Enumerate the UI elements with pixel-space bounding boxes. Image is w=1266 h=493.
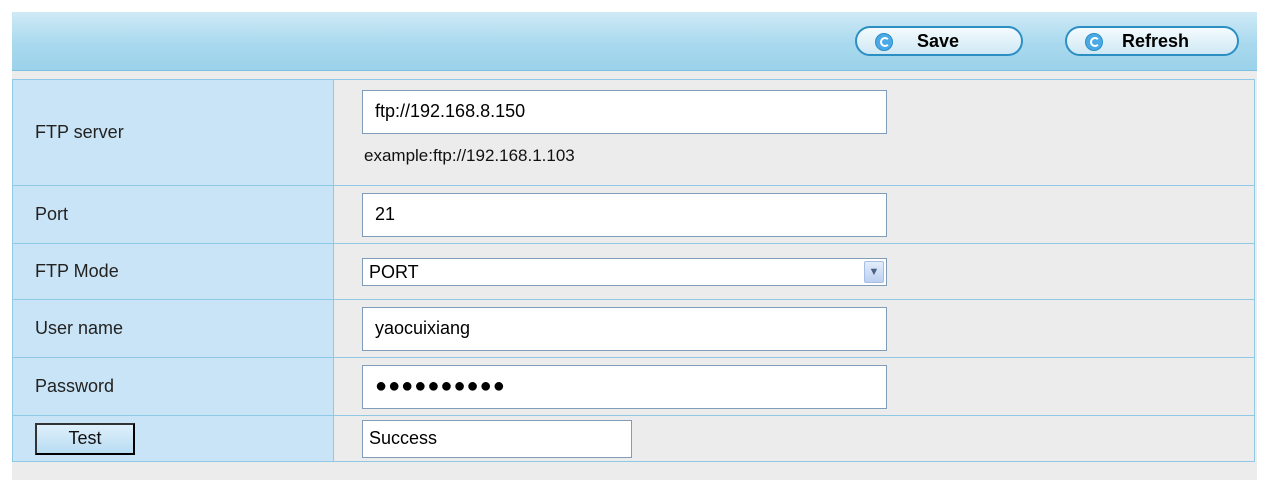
ftp-server-row: FTP server example:ftp://192.168.1.103 — [12, 79, 1255, 186]
port-cell — [333, 185, 1255, 244]
refresh-button-label: Refresh — [1122, 31, 1190, 51]
refresh-button[interactable]: Refresh — [1065, 26, 1239, 56]
user-name-label: User name — [12, 299, 334, 358]
ftp-server-label: FTP server — [12, 79, 334, 186]
ftp-server-input[interactable] — [362, 89, 887, 134]
chevron-down-icon[interactable]: ▼ — [864, 260, 884, 283]
password-row: Password — [12, 357, 1255, 416]
ftp-mode-selected-value: PORT — [369, 261, 419, 282]
ftp-settings-form: FTP server example:ftp://192.168.1.103 P… — [12, 79, 1255, 462]
save-button[interactable]: Save — [855, 26, 1023, 56]
test-result-cell — [333, 415, 1255, 462]
ftp-mode-row: FTP Mode PORT ▼ — [12, 243, 1255, 300]
ftp-server-example-hint: example:ftp://192.168.1.103 — [364, 145, 575, 165]
test-button[interactable]: Test — [35, 422, 135, 455]
test-row: Test — [12, 415, 1255, 462]
password-input[interactable] — [362, 364, 887, 409]
toolbar: Save Refresh — [12, 12, 1257, 71]
refresh-circle-icon — [1085, 33, 1103, 51]
password-label: Password — [12, 357, 334, 416]
ftp-server-cell: example:ftp://192.168.1.103 — [333, 79, 1255, 186]
user-name-input[interactable] — [362, 306, 887, 351]
password-cell — [333, 357, 1255, 416]
port-label: Port — [12, 185, 334, 244]
ftp-mode-label: FTP Mode — [12, 243, 334, 300]
ftp-mode-select[interactable]: PORT ▼ — [362, 257, 887, 286]
ftp-mode-cell: PORT ▼ — [333, 243, 1255, 300]
refresh-circle-icon — [875, 33, 893, 51]
save-button-label: Save — [917, 31, 960, 51]
test-result-field[interactable] — [362, 419, 632, 458]
user-name-cell — [333, 299, 1255, 358]
test-cell: Test — [12, 415, 334, 462]
user-name-row: User name — [12, 299, 1255, 358]
port-input[interactable] — [362, 192, 887, 237]
port-row: Port — [12, 185, 1255, 244]
ftp-settings-panel: Save Refresh FTP server example:ftp://19… — [12, 12, 1257, 480]
